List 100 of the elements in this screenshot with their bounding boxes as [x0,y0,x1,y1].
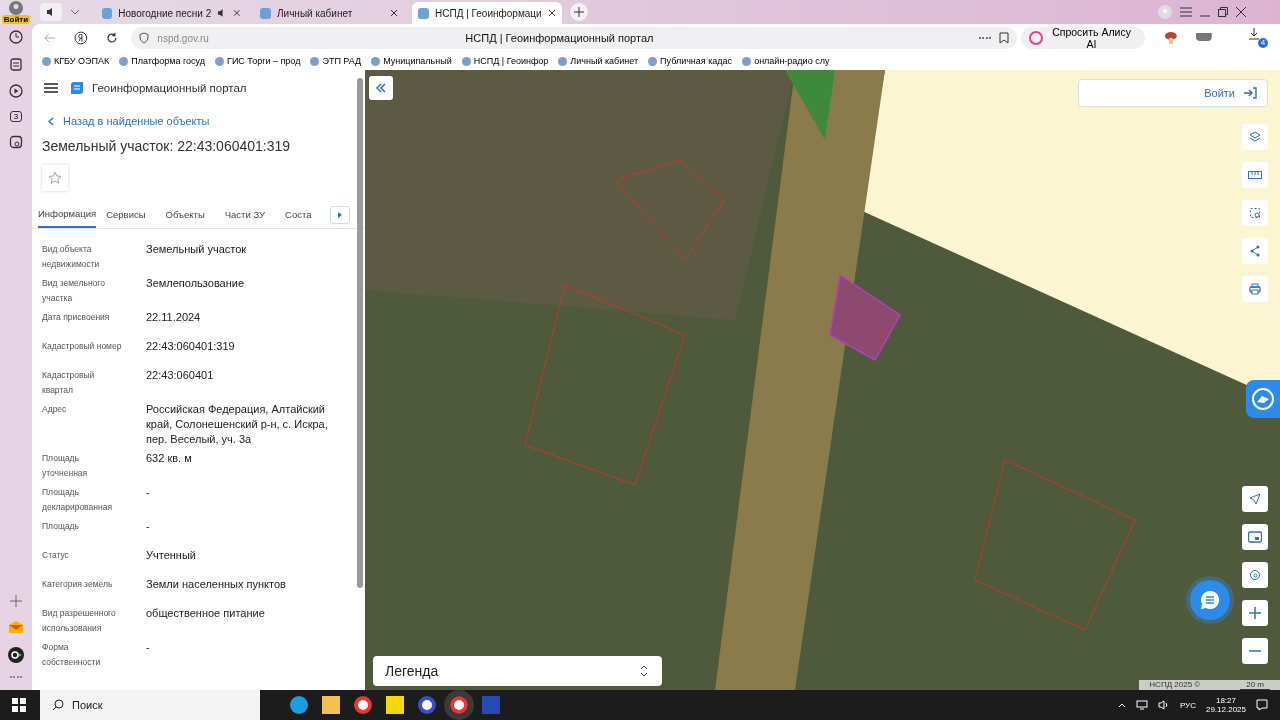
field-value: общественное питание [146,606,266,621]
bookmark-link[interactable]: онлайн-радио слу [742,56,830,66]
share-button[interactable] [1242,238,1268,264]
field-value: - [146,640,151,655]
bookmark-icon[interactable] [998,32,1009,44]
alice-button[interactable]: Спросить Алису AI [1020,27,1145,49]
reload-icon[interactable] [105,32,118,44]
chevron-left-icon[interactable] [48,116,54,126]
ring-app-icon[interactable] [418,696,436,714]
bookmark-link[interactable]: Платформа госуд [119,56,206,66]
navigation-arrow-icon [1249,493,1261,505]
parcel-heading: Земельный участок: 22:43:060401:319 [42,138,292,154]
bookmark-link[interactable]: Публичная кадас [648,56,733,66]
menu-icon[interactable] [44,83,58,93]
portal-logo-icon [70,81,84,95]
sort-caret-icon [640,665,648,677]
new-tab-button[interactable] [570,3,588,21]
area-select-button[interactable] [1242,200,1268,226]
info-tab[interactable]: Объекты [165,201,215,228]
clock-time[interactable]: 18:27 [1215,696,1236,705]
notification-icon[interactable] [1256,699,1268,711]
notes-icon[interactable] [9,57,23,71]
bookmark-link[interactable]: Муниципальный [371,56,452,66]
info-tab[interactable]: Сервисы [106,201,156,228]
browser-tab[interactable]: НСПД | Геоинформаци [412,2,562,24]
login-icon [1243,87,1257,99]
download-count: 4 [1258,38,1268,48]
address-bar[interactable]: nspd.gov.ru НСПД | Геоинформационный портал [131,27,1017,49]
satellite-map[interactable] [365,70,1280,690]
bookmark-link[interactable]: Личный кабинет [558,56,639,66]
screenshot-icon[interactable] [9,135,23,149]
taskbar-search[interactable]: Поиск [40,690,260,720]
field-value: Землепользование [146,276,246,291]
shield-icon [139,32,150,44]
windows-icon[interactable] [12,698,26,712]
field-label: Адрес [42,403,68,416]
locate-button[interactable] [1242,486,1268,512]
field-label: Статус [42,549,70,562]
avatar-icon[interactable] [9,0,23,15]
bookmark-link[interactable]: ЭТП РАД [310,56,362,66]
chevron-down-icon[interactable] [70,9,80,15]
language-indicator[interactable]: РУС [1179,700,1196,710]
star-icon [48,171,62,185]
close-icon[interactable] [390,9,398,17]
geo-search-button[interactable] [1242,562,1268,588]
login-button[interactable]: Войти [1078,79,1268,107]
browser-tab[interactable]: Новогодние песни 2 [96,2,246,24]
plus-icon[interactable] [10,595,22,607]
zoom-out-button[interactable] [1242,638,1268,664]
play-icon[interactable] [9,84,23,98]
close-icon[interactable] [548,9,556,17]
chevron-up-icon[interactable] [1117,702,1126,708]
info-tab[interactable]: Соста [285,201,322,228]
restore-icon[interactable] [1218,7,1228,17]
search-placeholder: Поиск [72,699,103,711]
info-tab[interactable]: Информация [38,201,97,228]
field-value: Российская Федерация, Алтайский край, Солонешенский р-н, с. Искра, пер. Веселый, уч. 3а [146,402,329,447]
map-attribution: НСПД 2025 © [1149,680,1201,690]
mushroom-icon[interactable] [1162,30,1179,46]
browser-tab[interactable]: Личный кабинет [254,2,404,24]
side-tab-button[interactable] [1246,380,1280,418]
field-value: Учтенный [146,548,197,563]
zoom-in-button[interactable] [1242,600,1268,626]
field-label: Вид земельного участка [42,277,106,305]
print-button[interactable] [1242,276,1268,302]
field-value: 22.11.2024 [146,310,202,325]
clock-date[interactable]: 29.12.2025 [1205,705,1246,714]
bookmark-link[interactable]: НСПД | Геоинфор [461,56,549,66]
bookmark-link[interactable]: ГИС Торги – прод [215,56,301,66]
legend-dropdown[interactable]: Легенда [373,656,662,686]
minimap-button[interactable] [1242,524,1268,550]
plus-icon [1249,607,1261,619]
info-tab[interactable]: Части ЗУ [224,201,276,228]
field-label: Форма собственности [42,641,102,669]
media-button[interactable] [40,3,62,21]
history-icon[interactable] [9,30,23,44]
tab-count[interactable]: 3 [9,111,23,122]
ruler-button[interactable] [1242,162,1268,188]
close-icon[interactable] [1236,7,1246,17]
scroll-tabs-button[interactable] [330,206,350,224]
field-value: Земли населенных пунктов [146,577,287,592]
minus-icon [1249,650,1261,652]
collapse-panel-button[interactable] [369,76,393,100]
download-button[interactable]: 4 [1248,28,1268,48]
layers-button[interactable] [1242,124,1268,150]
double-chevron-left-icon [376,83,386,93]
back-link[interactable]: Назад в найденные объекты [63,115,210,127]
more-icon[interactable] [10,676,22,680]
network-icon[interactable] [1135,700,1148,710]
circle-icon[interactable] [8,647,24,663]
tray-icon[interactable] [1196,33,1212,43]
printer-icon [1249,283,1261,295]
speaker-icon[interactable] [1157,700,1170,710]
account-label[interactable]: Войти [1,14,31,24]
envelope-icon[interactable] [8,620,24,634]
field-label: Площадь декларированная [42,486,113,514]
bookmark-link[interactable]: КГБУ ОЭПАК [42,56,110,66]
target-icon [1249,569,1261,581]
favicon-icon [418,7,429,19]
field-value: 22:43:060401:319 [146,339,236,354]
